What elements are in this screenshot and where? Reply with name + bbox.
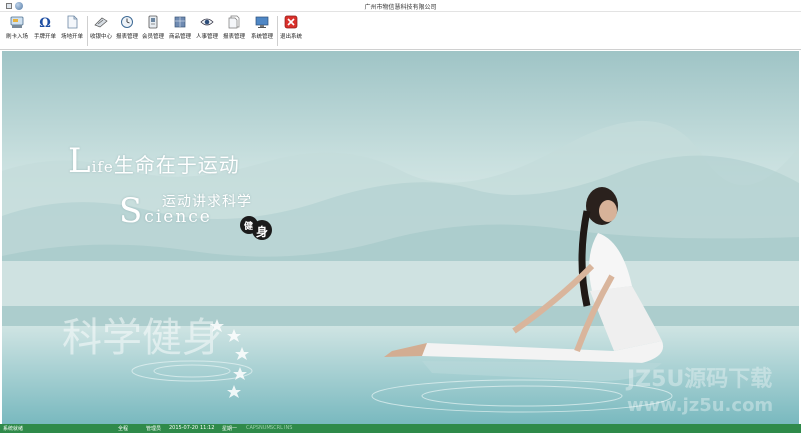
key-caps: CAPS [246, 425, 260, 431]
card-entry-button[interactable]: 刷卡入场 [3, 15, 31, 49]
personnel-manage-button[interactable]: 人事管理 [194, 15, 220, 49]
landscape-illustration: 科学健身 JZ5U源码下载 www.jz5u.com [2, 120, 799, 424]
slogan-science-initial: S [119, 191, 145, 231]
exit-icon [284, 15, 298, 29]
goods-manage-button[interactable]: 商品管理 [166, 15, 194, 49]
report-manage-button[interactable]: 报表管理 [114, 15, 140, 49]
card-reader-icon [10, 16, 24, 28]
status-bar: 系统就绪 全程 管理员 2015-07-20 11:12 星期一 CAPS NU… [0, 424, 801, 433]
document-icon [67, 15, 78, 29]
system-manage-button[interactable]: 系统管理 [248, 15, 276, 49]
personnel-manage-label: 人事管理 [195, 34, 218, 40]
goods-icon [174, 16, 186, 28]
clock-icon [121, 16, 133, 28]
weekday-text: 星期一 [222, 426, 238, 432]
report-icon [228, 15, 240, 29]
window-title: 广州市物信慧科技有限公司 [364, 4, 437, 11]
member-manage-button[interactable]: 会员管理 [140, 15, 166, 49]
slogan-science: Science [119, 191, 212, 231]
exit-system-label: 退出系统 [279, 34, 302, 40]
goods-manage-label: 商品管理 [168, 34, 191, 40]
calligraphy-watermark: 科学健身 [62, 315, 222, 361]
current-user-text: 管理员 [146, 426, 162, 432]
slogan-life-initial: L [68, 141, 92, 181]
venue-order-button[interactable]: 场地开单 [59, 15, 85, 49]
title-bar: 广州市物信慧科技有限公司 [0, 0, 801, 12]
system-manage-label: 系统管理 [250, 34, 273, 40]
cash-register-icon [94, 17, 108, 28]
key-scrl: SCRL [270, 425, 283, 431]
hand-tag-order-button[interactable]: Ω 手牌开单 [31, 15, 59, 49]
slogan-life-cn: 生命在于运动 [113, 153, 240, 177]
member-card-icon [148, 15, 158, 29]
omega-icon: Ω [39, 16, 51, 29]
welcome-banner: 科学健身 JZ5U源码下载 www.jz5u.com Life生命在于运动 运动… [2, 51, 799, 424]
date-text: 2015-07-20 [169, 425, 199, 431]
fitness-badge-char-1: 健 [244, 222, 254, 232]
member-manage-label: 会员管理 [141, 34, 164, 40]
slogan-life-rest: ife [91, 158, 114, 176]
fitness-badge-char-2: 身 [256, 225, 269, 239]
hand-tag-order-label: 手牌开单 [33, 34, 56, 40]
exit-system-button[interactable]: 退出系统 [278, 15, 304, 49]
fitness-badge: 健 身 [240, 216, 272, 240]
eye-icon [200, 18, 214, 26]
slogan-science-rest: cience [144, 207, 212, 227]
report-manage-2-button[interactable]: 报表管理 [220, 15, 248, 49]
svg-text:Ω: Ω [39, 16, 51, 29]
key-ins: INS [284, 425, 293, 431]
site-watermark-cn: JZ5U源码下载 [625, 366, 772, 392]
report-manage-2-label: 报表管理 [222, 34, 245, 40]
main-toolbar: 刷卡入场 Ω 手牌开单 场地开单 收银中心 报表管理 会员管理 商品管理 人事管… [0, 12, 801, 50]
monitor-icon [255, 16, 269, 28]
key-num: NUM [259, 425, 271, 431]
venue-order-label: 场地开单 [60, 34, 83, 40]
site-watermark-url: www.jz5u.com [627, 395, 773, 416]
cashier-center-button[interactable]: 收银中心 [88, 15, 114, 49]
time-text: 11:12 [200, 425, 215, 431]
system-status-text: 系统就绪 [3, 426, 24, 432]
slogan-life: Life生命在于运动 [68, 141, 240, 181]
scope-text: 全程 [118, 426, 129, 432]
cashier-center-label: 收银中心 [89, 34, 112, 40]
report-manage-label: 报表管理 [115, 34, 138, 40]
card-entry-label: 刷卡入场 [5, 34, 28, 40]
